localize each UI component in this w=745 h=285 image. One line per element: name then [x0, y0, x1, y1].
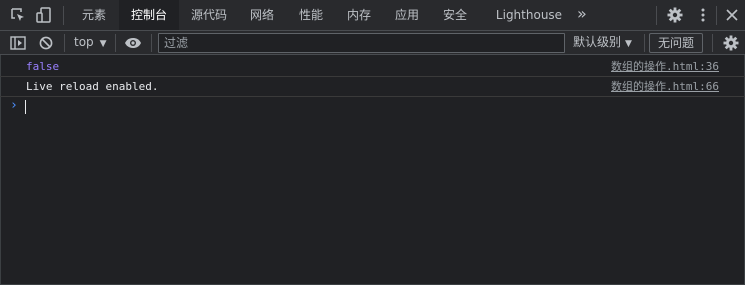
tab-sources[interactable]: 源代码 [183, 0, 235, 30]
tabbar-separator [656, 6, 657, 25]
filter-input[interactable]: 过滤 [158, 33, 565, 53]
tab-lighthouse[interactable]: Lighthouse [489, 0, 569, 30]
gear-icon[interactable] [665, 5, 685, 25]
message-text: Live reload enabled. [26, 80, 159, 93]
close-icon[interactable] [722, 5, 742, 25]
issues-button[interactable]: 无问题 [649, 33, 703, 53]
tab-performance[interactable]: 性能 [289, 0, 333, 30]
devtools-tabbar: 元素 控制台 源代码 网络 性能 内存 应用 安全 Lighthouse » [0, 0, 745, 31]
toolbar-separator [151, 34, 152, 52]
caret-down-icon: ▼ [625, 39, 632, 49]
toolbar-separator [115, 34, 116, 52]
caret-down-icon: ▼ [99, 39, 107, 49]
console-settings-gear-icon[interactable] [721, 33, 741, 53]
log-levels-dropdown[interactable]: 默认级别 ▼ [573, 31, 632, 54]
context-selector[interactable]: top ▼ [74, 31, 107, 54]
text-cursor [25, 100, 26, 114]
console-message: Live reload enabled. 数组的操作.html:66 [0, 77, 745, 97]
toolbar-separator [64, 34, 65, 52]
tab-memory[interactable]: 内存 [337, 0, 381, 30]
tab-network[interactable]: 网络 [240, 0, 284, 30]
tab-elements[interactable]: 元素 [72, 0, 116, 30]
message-text: false [26, 60, 60, 73]
toolbar-separator [644, 34, 645, 52]
tabbar-separator [716, 6, 717, 25]
console-message: false 数组的操作.html:36 [0, 57, 745, 77]
context-label: top [74, 35, 94, 49]
tab-console[interactable]: 控制台 [119, 0, 179, 30]
device-toggle-icon[interactable] [34, 5, 54, 25]
log-levels-label: 默认级别 [573, 35, 622, 49]
eye-icon[interactable] [123, 33, 143, 53]
kebab-menu-icon[interactable] [693, 5, 713, 25]
select-element-icon[interactable] [8, 5, 28, 25]
console-prompt[interactable]: › [0, 97, 745, 117]
source-link[interactable]: 数组的操作.html:66 [611, 77, 719, 97]
tab-security[interactable]: 安全 [433, 0, 477, 30]
clear-console-icon[interactable] [36, 33, 56, 53]
tabbar-separator [63, 6, 64, 25]
toolbar-separator [712, 34, 713, 52]
prompt-chevron-icon: › [10, 98, 18, 113]
tab-application[interactable]: 应用 [385, 0, 429, 30]
chevron-double-right-icon[interactable]: » [577, 0, 587, 30]
console-toolbar: top ▼ 过滤 默认级别 ▼ 无问题 [0, 31, 745, 55]
sidebar-toggle-icon[interactable] [8, 33, 28, 53]
source-link[interactable]: 数组的操作.html:36 [611, 57, 719, 77]
